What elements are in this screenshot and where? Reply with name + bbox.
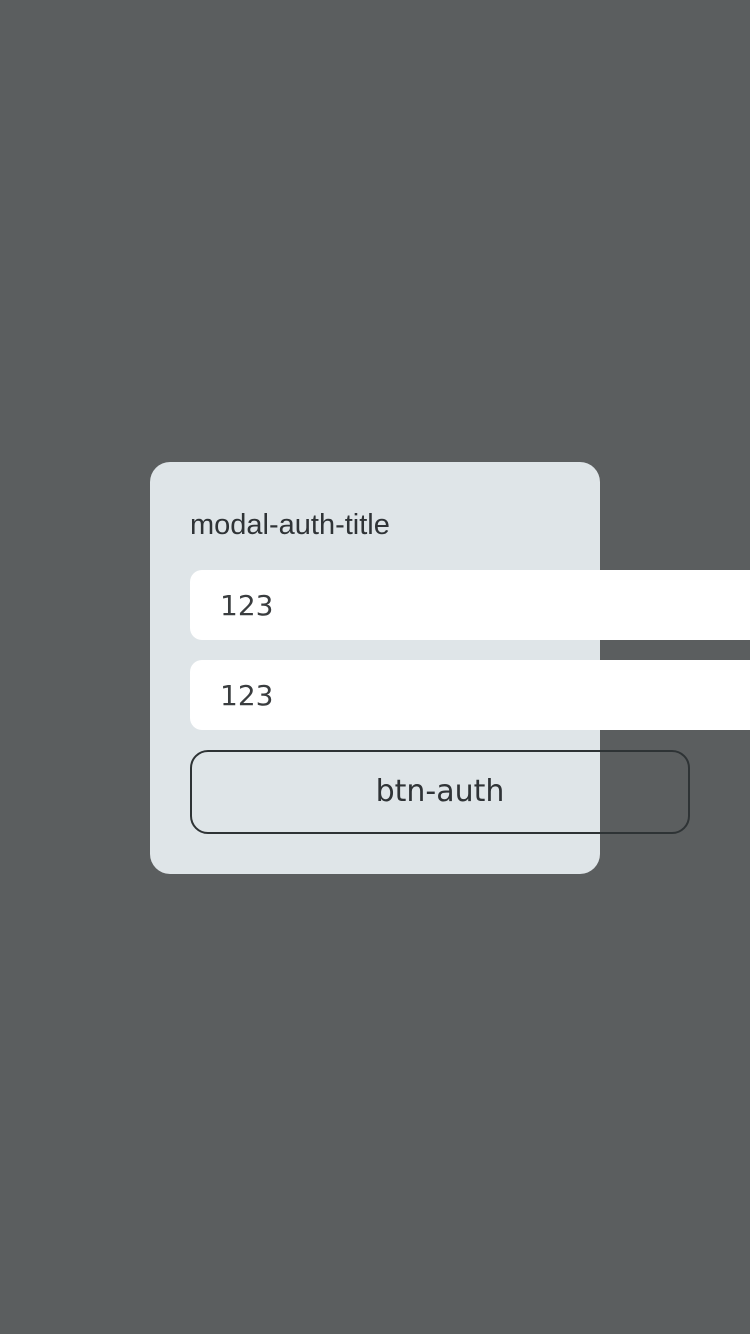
modal-title: modal-auth-title (190, 509, 390, 541)
login-input[interactable] (190, 570, 750, 640)
modal-overlay[interactable]: modal-auth-title btn-auth (0, 0, 750, 1334)
password-input[interactable] (190, 660, 750, 730)
auth-button[interactable]: btn-auth (190, 750, 690, 834)
